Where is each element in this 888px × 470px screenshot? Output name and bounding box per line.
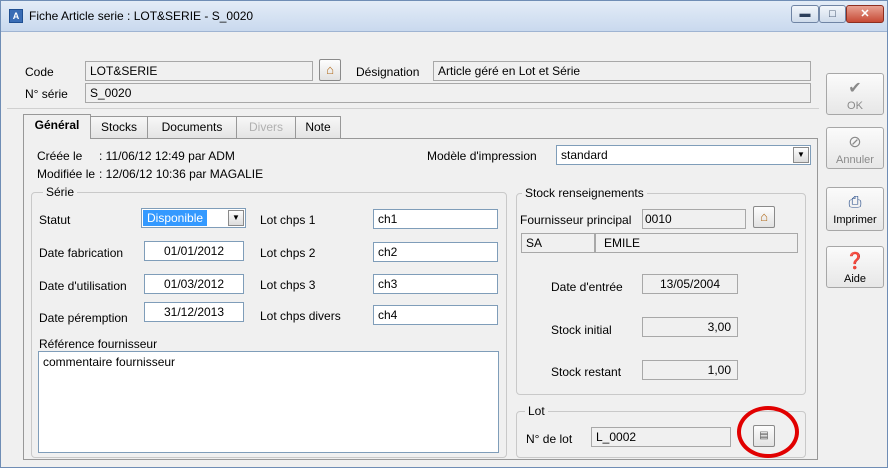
code-field[interactable]: LOT&SERIE (85, 61, 313, 81)
modified-value: : 12/06/12 10:36 par MAGALIE (99, 167, 264, 181)
help-label: Aide (843, 273, 867, 285)
ok-button[interactable]: ✔ OK (826, 73, 884, 115)
designation-label: Désignation (356, 65, 420, 79)
lot-number-field[interactable]: L_0002 (591, 427, 731, 447)
lot-field-1-label: Lot chps 1 (260, 213, 316, 227)
created-label: Créée le (37, 149, 83, 163)
home-lookup-icon[interactable]: ⌂ (753, 206, 775, 228)
tab-divers: Divers (236, 116, 296, 138)
serie-group-title: Série (43, 185, 78, 199)
help-button[interactable]: ❓ Aide (826, 246, 884, 288)
tab-note[interactable]: Note (295, 116, 341, 138)
usage-date-label: Date d'utilisation (39, 279, 127, 293)
main-supplier-label: Fournisseur principal (520, 213, 632, 227)
created-value: : 11/06/12 12:49 par ADM (99, 149, 235, 163)
print-model-select[interactable]: standard ▼ (556, 145, 811, 165)
remaining-stock-label: Stock restant (551, 365, 622, 379)
expiry-date-label: Date péremption (39, 311, 128, 325)
print-button[interactable]: ⎙ Imprimer (826, 187, 884, 231)
status-select[interactable]: Disponible ▼ (141, 208, 246, 228)
cancel-label: Annuler (836, 154, 874, 166)
stock-group-title: Stock renseignements (522, 186, 647, 200)
chevron-down-icon[interactable]: ▼ (228, 210, 244, 226)
modified-label: Modifiée le (37, 167, 96, 181)
status-value: Disponible (143, 210, 208, 226)
print-label: Imprimer (833, 214, 877, 226)
lot-field-3-label: Lot chps 3 (260, 278, 316, 292)
lot-group-title: Lot (525, 404, 548, 418)
supplier-type-field: SA (521, 233, 595, 253)
lot-field-3[interactable]: ch3 (373, 274, 498, 294)
main-supplier-field[interactable]: 0010 (642, 209, 746, 229)
fabrication-date-label: Date fabrication (39, 246, 124, 260)
cancel-icon: ⊘ (848, 134, 862, 151)
status-label: Statut (39, 213, 71, 227)
app-icon: A (9, 9, 23, 23)
print-model-value: standard (561, 148, 608, 162)
usage-date-field[interactable]: 01/03/2012 (144, 274, 244, 294)
lot-field-2[interactable]: ch2 (373, 242, 498, 262)
lot-field-2-label: Lot chps 2 (260, 246, 316, 260)
window-title: Fiche Article serie : LOT&SERIE - S_0020 (29, 9, 254, 23)
code-label: Code (25, 65, 54, 79)
ok-label: OK (847, 100, 863, 112)
lot-number-label: N° de lot (526, 432, 573, 446)
help-icon: ❓ (845, 253, 865, 270)
lot-field-divers-label: Lot chps divers (260, 309, 341, 323)
remaining-stock-field: 1,00 (642, 360, 738, 380)
expiry-date-field[interactable]: 31/12/2013 (144, 302, 244, 322)
header-separator (7, 108, 819, 109)
home-lookup-icon[interactable]: ⌂ (319, 59, 341, 81)
chevron-down-icon[interactable]: ▼ (793, 147, 809, 163)
serial-label: N° série (25, 87, 68, 101)
serial-field[interactable]: S_0020 (85, 83, 811, 103)
printer-icon: ⎙ (848, 194, 862, 211)
initial-stock-field: 3,00 (642, 317, 738, 337)
tab-documents[interactable]: Documents (147, 116, 237, 138)
lot-detail-icon[interactable]: ▤ (753, 425, 775, 447)
tab-general[interactable]: Général (23, 114, 91, 139)
supplier-name-field: EMILE (595, 233, 798, 253)
article-window: A Fiche Article serie : LOT&SERIE - S_00… (0, 0, 888, 468)
supplier-reference-label: Référence fournisseur (39, 337, 158, 351)
supplier-reference-textarea[interactable]: commentaire fournisseur (38, 351, 499, 453)
print-model-label: Modèle d'impression (427, 149, 537, 163)
entry-date-label: Date d'entrée (551, 280, 623, 294)
fabrication-date-field[interactable]: 01/01/2012 (144, 241, 244, 261)
lot-field-1[interactable]: ch1 (373, 209, 498, 229)
title-bar: A Fiche Article serie : LOT&SERIE - S_00… (1, 1, 887, 32)
designation-field[interactable]: Article géré en Lot et Série (433, 61, 811, 81)
tab-stocks[interactable]: Stocks (90, 116, 148, 138)
minimize-button[interactable]: ▬ (791, 5, 819, 23)
initial-stock-label: Stock initial (551, 323, 612, 337)
maximize-button[interactable]: □ (819, 5, 846, 23)
lot-field-divers[interactable]: ch4 (373, 305, 498, 325)
cancel-button[interactable]: ⊘ Annuler (826, 127, 884, 169)
entry-date-field: 13/05/2004 (642, 274, 738, 294)
check-icon: ✔ (848, 80, 862, 97)
close-button[interactable]: ✕ (846, 5, 884, 23)
